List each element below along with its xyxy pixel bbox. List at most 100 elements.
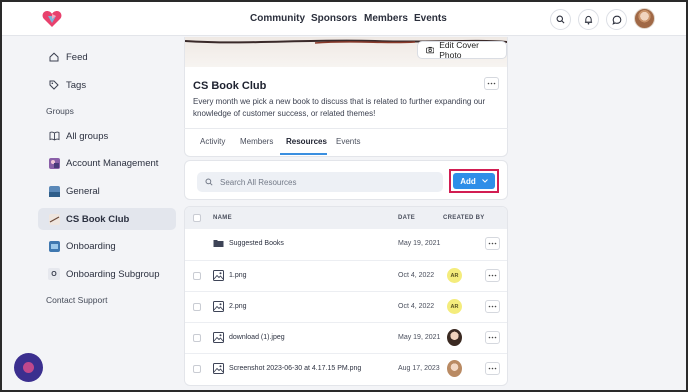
search-icon xyxy=(205,178,213,186)
sidebar-item-label: Feed xyxy=(66,51,88,63)
tab-resources[interactable]: Resources xyxy=(286,137,327,146)
more-horizontal-icon xyxy=(488,367,497,370)
creator-avatar xyxy=(447,360,462,377)
group-tabs: Activity Members Resources Events xyxy=(184,128,508,156)
column-name[interactable]: NAME xyxy=(213,215,232,221)
resources-table: NAME DATE CREATED BY Suggested Books May… xyxy=(184,206,508,386)
more-horizontal-icon xyxy=(488,305,497,308)
messages-button[interactable] xyxy=(606,9,627,30)
row-checkbox[interactable] xyxy=(193,365,201,373)
resource-name[interactable]: Suggested Books xyxy=(229,240,284,247)
creator-initials-badge: AR xyxy=(447,299,462,314)
resource-date: Oct 4, 2022 xyxy=(398,303,435,310)
tab-events[interactable]: Events xyxy=(336,137,360,146)
groups-heading: Groups xyxy=(46,106,74,116)
tab-activity[interactable]: Activity xyxy=(200,137,225,146)
row-more-button[interactable] xyxy=(485,362,500,375)
home-icon xyxy=(48,51,60,63)
chevron-down-icon xyxy=(481,179,488,183)
user-avatar[interactable] xyxy=(634,8,655,29)
group-thumbnail-icon xyxy=(48,185,60,197)
add-resource-button[interactable]: Add xyxy=(453,173,495,189)
nav-members[interactable]: Members xyxy=(364,13,414,24)
contact-support-link[interactable]: Contact Support xyxy=(46,295,107,305)
table-header: NAME DATE CREATED BY xyxy=(185,207,507,229)
add-label: Add xyxy=(460,176,476,186)
creator-avatar xyxy=(447,329,462,346)
folder-icon xyxy=(213,238,224,249)
table-row[interactable]: Screenshot 2023-06-30 at 4.17.15 PM.png … xyxy=(185,353,507,384)
group-thumbnail-icon xyxy=(48,240,60,252)
column-date[interactable]: DATE xyxy=(398,215,415,221)
sidebar-item-label: Onboarding Subgroup xyxy=(66,268,160,280)
letter-o-badge-icon: O xyxy=(48,268,60,280)
notifications-button[interactable] xyxy=(578,9,599,30)
row-checkbox[interactable] xyxy=(193,272,201,280)
image-file-icon xyxy=(213,363,224,374)
search-icon xyxy=(556,15,565,24)
sidebar-item-onboarding-subgroup[interactable]: O Onboarding Subgroup xyxy=(38,263,176,285)
table-row[interactable]: download (1).jpeg May 19, 2021 xyxy=(185,322,507,353)
sidebar-item-all-groups[interactable]: All groups xyxy=(38,125,176,147)
search-placeholder: Search All Resources xyxy=(220,177,297,187)
sidebar-item-label: All groups xyxy=(66,130,109,142)
nav-community[interactable]: Community xyxy=(250,13,311,24)
resource-name[interactable]: download (1).jpeg xyxy=(229,334,285,341)
resource-name[interactable]: 2.png xyxy=(229,303,247,310)
creator-initials-badge: AR xyxy=(447,268,462,283)
tab-members[interactable]: Members xyxy=(240,137,273,146)
nav-events[interactable]: Events xyxy=(414,13,447,24)
row-more-button[interactable] xyxy=(485,300,500,313)
more-horizontal-icon xyxy=(488,336,497,339)
table-row[interactable]: 1.png Oct 4, 2022 AR xyxy=(185,260,507,291)
nav-sponsors[interactable]: Sponsors xyxy=(311,13,364,24)
active-tab-indicator xyxy=(280,153,327,155)
table-row[interactable]: 2.png Oct 4, 2022 AR xyxy=(185,291,507,322)
row-more-button[interactable] xyxy=(485,269,500,282)
book-icon xyxy=(48,130,60,142)
sidebar-item-onboarding[interactable]: Onboarding xyxy=(38,235,176,257)
image-file-icon xyxy=(213,332,224,343)
table-row[interactable]: Suggested Books May 19, 2021 xyxy=(185,229,507,260)
search-button[interactable] xyxy=(550,9,571,30)
group-title: CS Book Club xyxy=(193,80,267,92)
top-navigation-bar: Community Sponsors Members Events xyxy=(2,2,686,36)
chat-launcher-icon xyxy=(23,362,34,373)
help-chat-launcher-button[interactable] xyxy=(14,353,43,382)
resource-name[interactable]: Screenshot 2023-06-30 at 4.17.15 PM.png xyxy=(229,365,361,372)
group-thumbnail-icon xyxy=(48,213,60,225)
sidebar: Feed Tags Groups All groups Account Mana… xyxy=(2,37,182,392)
sidebar-item-account-management[interactable]: Account Management xyxy=(38,152,176,174)
resource-name[interactable]: 1.png xyxy=(229,272,247,279)
main-nav: Community Sponsors Members Events xyxy=(250,13,447,24)
search-resources-input[interactable]: Search All Resources xyxy=(197,172,443,192)
select-all-checkbox[interactable] xyxy=(193,214,201,222)
bell-icon xyxy=(584,15,593,24)
image-file-icon xyxy=(213,301,224,312)
row-more-button[interactable] xyxy=(485,237,500,250)
group-description: Every month we pick a new book to discus… xyxy=(193,97,486,118)
community-logo-icon[interactable] xyxy=(42,10,62,28)
resources-toolbar: Search All Resources Add xyxy=(184,160,508,200)
sidebar-item-label: General xyxy=(66,185,100,197)
column-created-by[interactable]: CREATED BY xyxy=(443,215,485,221)
sidebar-item-label: Onboarding xyxy=(66,240,116,252)
cover-photo: Edit Cover Photo xyxy=(185,37,507,67)
row-checkbox[interactable] xyxy=(193,334,201,342)
sidebar-item-label: Tags xyxy=(66,79,87,91)
sidebar-item-general[interactable]: General xyxy=(38,180,176,202)
image-file-icon xyxy=(213,270,224,281)
resource-date: Oct 4, 2022 xyxy=(398,272,435,279)
resource-date: May 19, 2021 xyxy=(398,240,441,247)
more-horizontal-icon xyxy=(488,242,497,245)
row-checkbox[interactable] xyxy=(193,303,201,311)
sidebar-item-feed[interactable]: Feed xyxy=(38,46,176,68)
resource-date: May 19, 2021 xyxy=(398,334,441,341)
camera-icon xyxy=(426,46,435,54)
resource-date: Aug 17, 2023 xyxy=(398,365,440,372)
row-more-button[interactable] xyxy=(485,331,500,344)
edit-cover-photo-button[interactable]: Edit Cover Photo xyxy=(417,40,507,60)
group-more-button[interactable] xyxy=(484,77,499,90)
sidebar-item-tags[interactable]: Tags xyxy=(38,74,176,96)
sidebar-item-cs-book-club[interactable]: CS Book Club xyxy=(38,208,176,230)
